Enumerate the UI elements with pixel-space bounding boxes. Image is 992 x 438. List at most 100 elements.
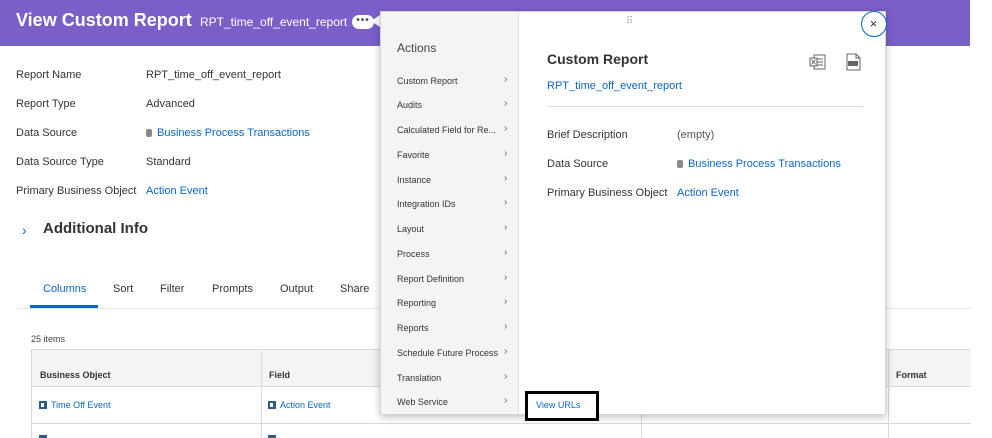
popup-pointer [371, 15, 380, 27]
menu-item-label: Layout [397, 224, 425, 234]
menu-item-favorite[interactable]: Favorite › [381, 144, 519, 168]
detail-row-data-source: Data Source Business Process Transaction… [16, 124, 376, 144]
detail-value: Standard [146, 156, 191, 168]
detail-row-report-type: Report Type Advanced [16, 95, 376, 115]
detail-label: Report Name [16, 69, 82, 81]
column-header-business-object[interactable]: Business Object [40, 370, 111, 380]
field-text[interactable]: Action Event [280, 400, 331, 410]
close-icon: × [869, 16, 878, 31]
detail-label: Primary Business Object [16, 185, 137, 197]
web-service-submenu: View URLs [525, 391, 599, 421]
detail-label: Report Type [16, 98, 76, 110]
item-count: 25 items [31, 334, 66, 344]
additional-info-heading: Additional Info [43, 220, 148, 237]
menu-item-label: Custom Report [397, 76, 458, 86]
menu-item-calculated-field[interactable]: Calculated Field for Re... › [381, 119, 519, 143]
menu-item-label: Process [397, 249, 430, 259]
column-header-field[interactable]: Field [269, 370, 290, 380]
field-link[interactable]: Action Event [268, 400, 331, 410]
chevron-right-icon: › [504, 173, 508, 184]
business-object-icon [39, 401, 47, 409]
field-value-brief-description: (empty) [677, 129, 715, 141]
menu-item-label: Reports [397, 323, 429, 333]
tab-filter[interactable]: Filter [160, 283, 184, 295]
detail-value: Advanced [146, 98, 195, 110]
detail-label: Data Source Type [16, 156, 104, 168]
menu-item-integration-ids[interactable]: Integration IDs › [381, 193, 519, 217]
actions-heading: Actions [397, 41, 437, 55]
chevron-right-icon: › [504, 395, 508, 406]
business-object-text[interactable]: Time Off Event [51, 400, 111, 410]
chevron-right-icon: › [504, 321, 508, 332]
menu-item-label: Report Definition [397, 274, 465, 284]
field-label-brief-description: Brief Description [547, 129, 628, 141]
menu-item-label: Calculated Field for Re... [397, 125, 497, 135]
chevron-right-icon: › [504, 371, 508, 382]
menu-item-label: Translation [397, 373, 442, 383]
actions-menu: Actions Custom Report › Audits › Calculate… [381, 12, 519, 414]
menu-item-instance[interactable]: Instance › [381, 169, 519, 193]
popup-primary-business-object-link[interactable]: Action Event [677, 187, 739, 199]
menu-item-web-service[interactable]: Web Service › [381, 391, 519, 415]
popup-title: Custom Report [547, 51, 649, 67]
menu-item-process[interactable]: Process › [381, 243, 519, 267]
menu-item-audits[interactable]: Audits › [381, 94, 519, 118]
detail-value: RPT_time_off_event_report [146, 69, 281, 81]
chevron-right-icon: › [504, 247, 508, 258]
chevron-right-icon: › [504, 123, 508, 134]
popup-report-link[interactable]: RPT_time_off_event_report [547, 80, 682, 92]
chevron-right-icon: › [504, 346, 508, 357]
menu-item-label: Instance [397, 175, 432, 185]
business-object-icon [268, 401, 276, 409]
database-icon [146, 129, 152, 137]
tab-prompts[interactable]: Prompts [212, 283, 253, 295]
chevron-right-icon: › [504, 148, 508, 159]
tab-share[interactable]: Share [340, 283, 369, 295]
detail-row-primary-business-object: Primary Business Object Action Event [16, 182, 376, 202]
popup-divider [547, 106, 863, 107]
related-actions-popup: Actions Custom Report › Audits › Calculate… [380, 11, 886, 415]
data-source-link-text[interactable]: Business Process Transactions [157, 127, 310, 139]
chevron-right-icon: › [504, 197, 508, 208]
data-source-link[interactable]: Business Process Transactions [146, 127, 310, 139]
excel-export-icon[interactable] [809, 53, 827, 71]
menu-item-reporting[interactable]: Reporting › [381, 292, 519, 316]
popup-data-source-link[interactable]: Business Process Transactions [677, 158, 841, 170]
menu-item-report-definition[interactable]: Report Definition › [381, 268, 519, 292]
menu-item-label: Reporting [397, 298, 437, 308]
menu-item-label: Web Service [397, 397, 448, 407]
menu-item-layout[interactable]: Layout › [381, 218, 519, 242]
column-header-format[interactable]: Format [896, 370, 927, 380]
chevron-right-icon: › [504, 74, 508, 85]
menu-item-schedule-future-process[interactable]: Schedule Future Process › [381, 342, 519, 366]
popup-data-source-text[interactable]: Business Process Transactions [688, 158, 841, 170]
chevron-right-icon: › [504, 222, 508, 233]
chevron-right-icon: › [504, 272, 508, 283]
page-title: View Custom Report [16, 10, 192, 30]
menu-item-label: Integration IDs [397, 199, 456, 209]
primary-business-object-link[interactable]: Action Event [146, 185, 208, 197]
menu-item-reports[interactable]: Reports › [381, 317, 519, 341]
tab-columns[interactable]: Columns [43, 283, 86, 295]
menu-item-translation[interactable]: Translation › [381, 367, 519, 391]
view-urls-menu-item[interactable]: View URLs [536, 400, 580, 410]
pdf-export-icon[interactable] [845, 53, 861, 71]
field-label-primary-business-object: Primary Business Object [547, 187, 668, 199]
detail-row-report-name: Report Name RPT_time_off_event_report [16, 66, 376, 86]
close-popup-button[interactable]: × [861, 11, 887, 37]
chevron-right-icon: › [22, 222, 27, 238]
business-object-link[interactable]: Time Off Event [39, 400, 111, 410]
menu-item-label: Schedule Future Process [397, 348, 499, 358]
menu-item-label: Favorite [397, 150, 430, 160]
drag-handle-icon[interactable]: ⠿ [626, 16, 633, 27]
chevron-right-icon: › [504, 296, 508, 307]
tab-output[interactable]: Output [280, 283, 313, 295]
menu-item-custom-report[interactable]: Custom Report › [381, 70, 519, 94]
detail-label: Data Source [16, 127, 78, 139]
tab-sort[interactable]: Sort [113, 283, 133, 295]
menu-item-label: Audits [397, 100, 423, 110]
field-label-data-source: Data Source [547, 158, 609, 170]
database-icon [677, 160, 683, 168]
report-name-subtitle: RPT_time_off_event_report [200, 15, 348, 29]
chevron-right-icon: › [504, 98, 508, 109]
